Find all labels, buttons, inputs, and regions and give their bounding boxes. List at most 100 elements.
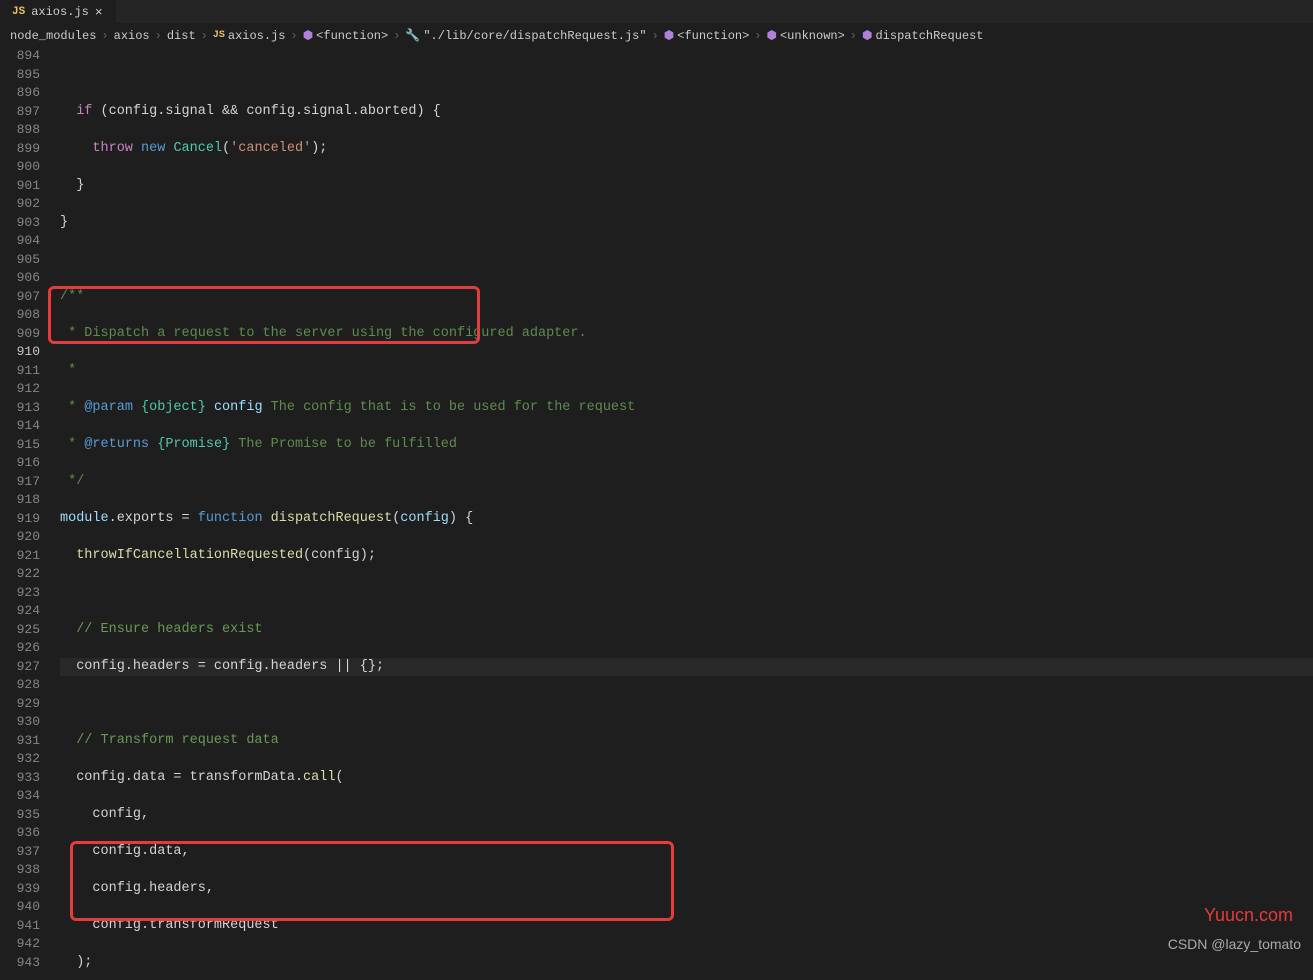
js-file-icon: JS	[12, 6, 25, 18]
param: config	[400, 511, 449, 526]
type-cancel: Cancel	[173, 141, 222, 156]
crumb-node-modules[interactable]: node_modules	[10, 29, 96, 43]
watermark-yuucn: Yuucn.com	[1204, 905, 1293, 926]
line-number: 912	[0, 380, 40, 399]
line-number: 898	[0, 121, 40, 140]
line-number: 921	[0, 547, 40, 566]
brace: }	[76, 178, 84, 193]
jsdoc: */	[60, 474, 84, 489]
line-number: 933	[0, 769, 40, 788]
jsdoc-param: config	[214, 400, 263, 415]
symbol-icon: ⬢	[303, 28, 313, 43]
jsdoc: *	[60, 363, 76, 378]
code-text: config.transformRequest	[92, 918, 278, 933]
jsdoc-tag: @param	[84, 400, 133, 415]
tab-axios[interactable]: JS axios.js ×	[0, 0, 116, 24]
code-editor[interactable]: 8948958968978988999009019029039049059069…	[0, 47, 1313, 979]
code-text: config.headers = config.headers || {};	[76, 659, 384, 674]
crumb-axios[interactable]: axios	[114, 29, 150, 43]
line-number: 926	[0, 639, 40, 658]
var-module: module	[60, 511, 109, 526]
jsdoc-type: {object}	[141, 400, 206, 415]
code-text: (	[335, 770, 343, 785]
code-text: config.data = transformData.	[76, 770, 303, 785]
line-number: 905	[0, 251, 40, 270]
code-text: );	[76, 955, 92, 970]
line-number: 897	[0, 103, 40, 122]
line-number: 927	[0, 658, 40, 677]
code-text: config.data,	[92, 844, 189, 859]
code-text: (config.signal && config.signal.aborted)…	[92, 104, 440, 119]
string: 'canceled'	[230, 141, 311, 156]
keyword-function: function	[198, 511, 263, 526]
line-number: 910	[0, 343, 40, 362]
jsdoc: *	[60, 437, 84, 452]
symbol-icon: ⬢	[664, 28, 674, 43]
line-number: 899	[0, 140, 40, 159]
crumb-dist[interactable]: dist	[167, 29, 196, 43]
line-number: 918	[0, 491, 40, 510]
line-number: 901	[0, 177, 40, 196]
keyword-throw: throw	[92, 141, 133, 156]
code-text: ) {	[449, 511, 473, 526]
fn-name: dispatchRequest	[271, 511, 393, 526]
line-number: 936	[0, 824, 40, 843]
line-number: 929	[0, 695, 40, 714]
breadcrumb-sep: ›	[199, 29, 210, 43]
line-number: 940	[0, 898, 40, 917]
line-number: 939	[0, 880, 40, 899]
comment: // Ensure headers exist	[76, 622, 262, 637]
js-file-icon: JS	[213, 30, 225, 41]
keyword-if: if	[76, 104, 92, 119]
breadcrumb-sep: ›	[153, 29, 164, 43]
line-number: 911	[0, 362, 40, 381]
jsdoc: The config that is to be used for the re…	[263, 400, 636, 415]
line-number: 932	[0, 750, 40, 769]
line-number: 908	[0, 306, 40, 325]
crumb-path[interactable]: "./lib/core/dispatchRequest.js"	[423, 29, 646, 43]
crumb-dispatch[interactable]: dispatchRequest	[875, 29, 983, 43]
comment: // Transform request data	[76, 733, 279, 748]
line-number: 900	[0, 158, 40, 177]
line-number: 937	[0, 843, 40, 862]
crumb-file[interactable]: axios.js	[228, 29, 286, 43]
jsdoc: /**	[60, 289, 84, 304]
jsdoc: *	[60, 400, 84, 415]
brace: }	[60, 215, 68, 230]
line-number: 914	[0, 417, 40, 436]
jsdoc	[206, 400, 214, 415]
wrench-icon: 🔧	[405, 28, 420, 43]
code-text: .exports =	[109, 511, 198, 526]
tab-label: axios.js	[31, 5, 89, 19]
line-number: 930	[0, 713, 40, 732]
line-number: 925	[0, 621, 40, 640]
breadcrumb-sep: ›	[391, 29, 402, 43]
jsdoc	[133, 400, 141, 415]
crumb-fn2[interactable]: <function>	[677, 29, 749, 43]
crumb-unknown[interactable]: <unknown>	[780, 29, 845, 43]
crumb-fn1[interactable]: <function>	[316, 29, 388, 43]
code-text	[263, 511, 271, 526]
line-number: 928	[0, 676, 40, 695]
code-text: (config);	[303, 548, 376, 563]
line-number: 913	[0, 399, 40, 418]
line-number: 917	[0, 473, 40, 492]
code-area[interactable]: if (config.signal && config.signal.abort…	[60, 47, 1313, 979]
close-icon[interactable]: ×	[95, 5, 103, 20]
line-number: 938	[0, 861, 40, 880]
jsdoc-tag: @returns	[84, 437, 149, 452]
line-number: 895	[0, 66, 40, 85]
code-text: config.headers,	[92, 881, 214, 896]
line-number: 920	[0, 528, 40, 547]
line-number: 922	[0, 565, 40, 584]
line-number: 931	[0, 732, 40, 751]
line-number: 915	[0, 436, 40, 455]
line-number: 903	[0, 214, 40, 233]
line-number: 916	[0, 454, 40, 473]
line-number: 904	[0, 232, 40, 251]
line-number: 942	[0, 935, 40, 954]
watermark-csdn: CSDN @lazy_tomato	[1168, 936, 1301, 952]
jsdoc: The Promise to be fulfilled	[230, 437, 457, 452]
fn-call: call	[303, 770, 335, 785]
line-number: 894	[0, 47, 40, 66]
